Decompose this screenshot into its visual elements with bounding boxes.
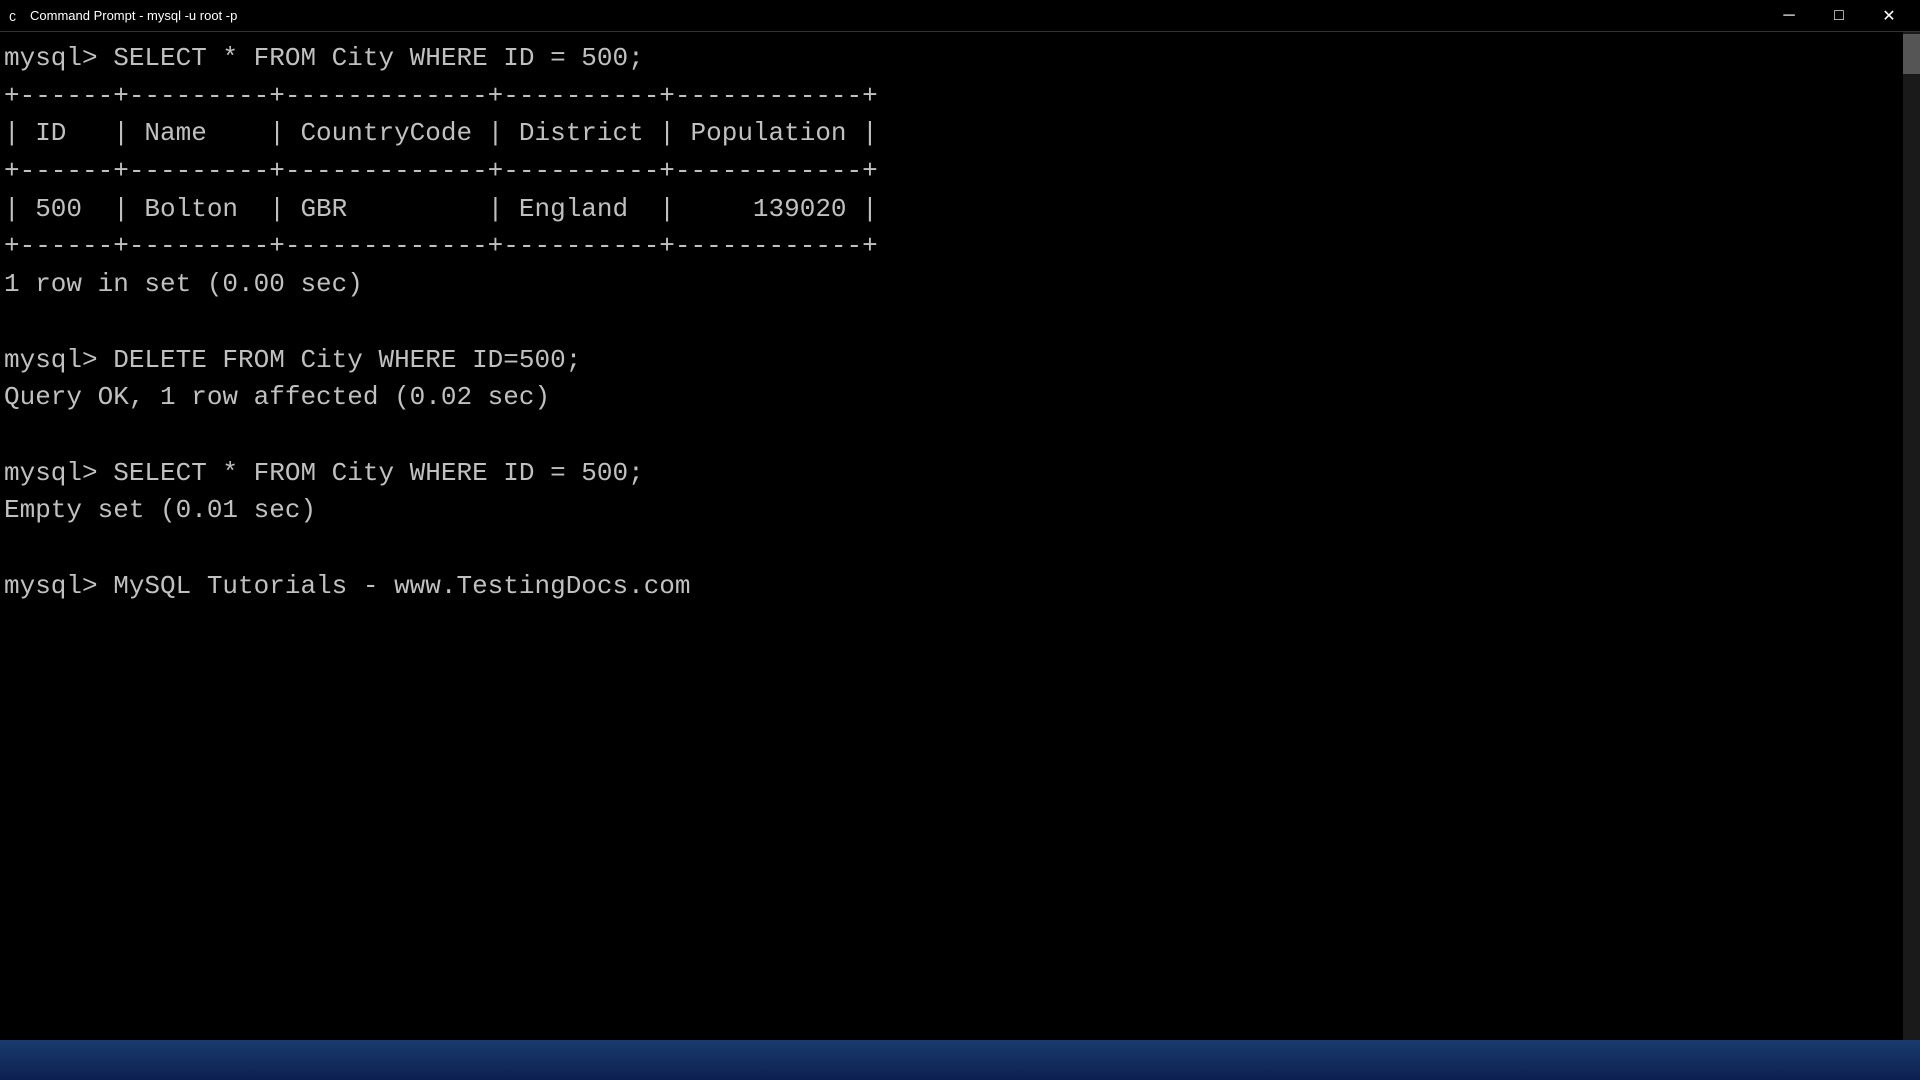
title-bar-left: C Command Prompt - mysql -u root -p xyxy=(8,8,237,24)
svg-text:C: C xyxy=(9,11,16,24)
scrollbar-thumb[interactable] xyxy=(1903,34,1920,74)
close-button[interactable]: ✕ xyxy=(1866,0,1912,32)
taskbar xyxy=(0,1040,1920,1080)
terminal-output: mysql> SELECT * FROM City WHERE ID = 500… xyxy=(4,40,1916,605)
terminal-body[interactable]: mysql> SELECT * FROM City WHERE ID = 500… xyxy=(0,32,1920,1040)
minimize-button[interactable]: ─ xyxy=(1766,0,1812,32)
scrollbar[interactable] xyxy=(1903,32,1920,1040)
command-prompt-window: C Command Prompt - mysql -u root -p ─ □ … xyxy=(0,0,1920,1080)
window-controls: ─ □ ✕ xyxy=(1766,0,1912,32)
maximize-button[interactable]: □ xyxy=(1816,0,1862,32)
terminal-icon: C xyxy=(8,8,24,24)
title-bar: C Command Prompt - mysql -u root -p ─ □ … xyxy=(0,0,1920,32)
window-title: Command Prompt - mysql -u root -p xyxy=(30,8,237,23)
